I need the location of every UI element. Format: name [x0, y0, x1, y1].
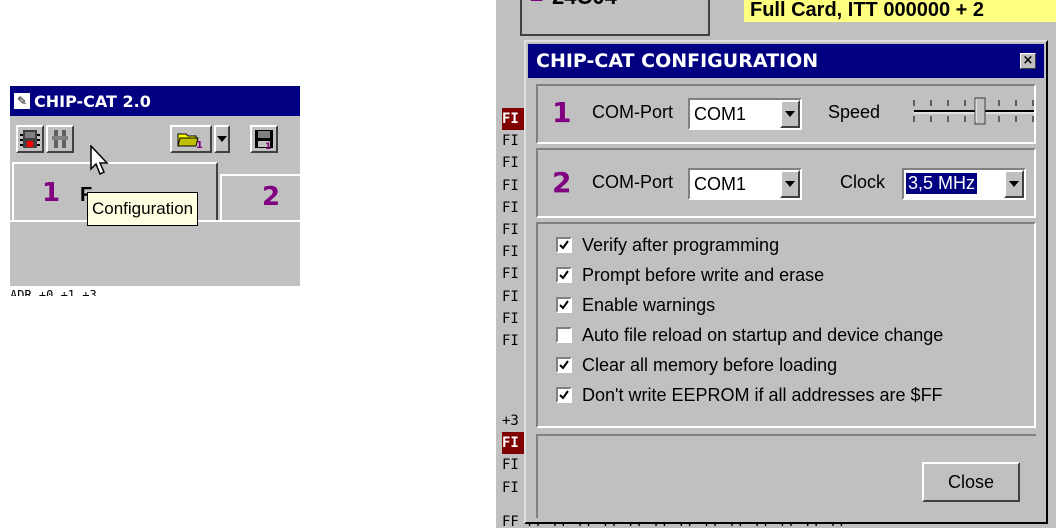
- tab-number: 1: [42, 178, 61, 208]
- com-port-label: COM-Port: [592, 172, 673, 192]
- com-port-value: COM1: [694, 104, 747, 124]
- open-file-button[interactable]: 1: [170, 125, 212, 153]
- checkbox[interactable]: [556, 237, 572, 253]
- hex-header: ADR +0 +1 +3: [10, 286, 300, 296]
- main-window-title: CHIP-CAT 2.0: [34, 91, 151, 111]
- option-label: Don't write EEPROM if all addresses are …: [582, 384, 943, 405]
- clock-select[interactable]: 3,5 MHz: [902, 168, 1026, 200]
- tab-number: 2: [530, 0, 543, 8]
- option-label: Clear all memory before loading: [582, 354, 838, 375]
- option-auto-reload[interactable]: Auto file reload on startup and device c…: [556, 320, 943, 350]
- floppy-disk-icon: 1: [255, 130, 273, 150]
- svg-text:1: 1: [265, 142, 271, 150]
- dropdown-button[interactable]: [780, 100, 800, 128]
- option-label: Enable warnings: [582, 294, 716, 315]
- configuration-tooltip: Configuration: [87, 192, 199, 226]
- com-port-label: COM-Port: [592, 102, 673, 122]
- com-port-select[interactable]: COM1: [688, 168, 802, 200]
- option-warnings[interactable]: Enable warnings: [556, 290, 715, 320]
- main-window: ✎ CHIP-CAT 2.0 1 1 1 2 ADR +0 +1 +3: [10, 86, 300, 296]
- com-port-select[interactable]: COM1: [688, 98, 802, 130]
- tab-device-2[interactable]: 2: [220, 174, 300, 220]
- speed-slider[interactable]: [912, 94, 1036, 128]
- open-file-dropdown[interactable]: [214, 125, 230, 153]
- main-title-bar: ✎ CHIP-CAT 2.0: [10, 86, 300, 116]
- option-verify[interactable]: Verify after programming: [556, 230, 779, 260]
- tab-area: 1 F 2 ADR +0 +1 +3: [10, 162, 300, 296]
- close-icon[interactable]: ×: [1020, 53, 1036, 69]
- option-skip-ff[interactable]: Don't write EEPROM if all addresses are …: [556, 380, 943, 410]
- chevron-down-icon: [785, 111, 795, 117]
- option-label: Prompt before write and erase: [582, 264, 825, 285]
- tab-number: 2: [262, 182, 281, 212]
- tab-device-2[interactable]: 2 24C04: [520, 0, 710, 36]
- checkbox[interactable]: [556, 357, 572, 373]
- program-chip-button[interactable]: [16, 125, 44, 153]
- clock-label: Clock: [840, 172, 886, 192]
- clock-value: 3,5 MHz: [904, 172, 979, 195]
- open-folder-icon: 1: [177, 133, 203, 150]
- chip-icon: [20, 130, 40, 148]
- configuration-dialog: CHIP-CAT CONFIGURATION × 1 COM-Port COM1…: [524, 40, 1048, 524]
- checkbox[interactable]: [556, 297, 572, 313]
- option-clear-memory[interactable]: Clear all memory before loading: [556, 350, 837, 380]
- com-port-value: COM1: [694, 174, 747, 194]
- programmer-2-group: 2 COM-Port COM1 Clock 3,5 MHz: [536, 148, 1036, 218]
- option-label: Auto file reload on startup and device c…: [582, 324, 944, 345]
- check-icon: [559, 360, 569, 370]
- section-number: 2: [552, 166, 572, 199]
- dropdown-button[interactable]: [780, 170, 800, 198]
- save-file-button[interactable]: 1: [250, 125, 278, 153]
- chevron-down-icon: [1009, 181, 1019, 187]
- tab-label: 24C04: [552, 0, 617, 10]
- slider-thumb[interactable]: [974, 97, 986, 125]
- checkbox[interactable]: [556, 387, 572, 403]
- mouse-cursor-icon: [90, 145, 109, 176]
- check-icon: [559, 300, 569, 310]
- toolbar: 1 1: [10, 116, 300, 162]
- option-label: Verify after programming: [582, 234, 780, 255]
- option-prompt[interactable]: Prompt before write and erase: [556, 260, 824, 290]
- dialog-title-bar: CHIP-CAT CONFIGURATION ×: [528, 44, 1044, 78]
- checkbox[interactable]: [556, 267, 572, 283]
- chevron-down-icon: [217, 136, 227, 142]
- tab-panel: ADR +0 +1 +3: [10, 220, 300, 296]
- dropdown-button[interactable]: [1004, 170, 1024, 198]
- svg-text:1: 1: [196, 140, 203, 150]
- programmer-1-group: 1 COM-Port COM1 Speed: [536, 84, 1036, 144]
- checkbox[interactable]: [556, 327, 572, 343]
- options-group: Verify after programming Prompt before w…: [536, 222, 1036, 428]
- check-icon: [559, 390, 569, 400]
- close-button[interactable]: Close: [922, 462, 1020, 502]
- check-icon: [559, 240, 569, 250]
- tools-icon: [52, 130, 68, 148]
- chevron-down-icon: [785, 181, 795, 187]
- dialog-title: CHIP-CAT CONFIGURATION: [536, 50, 819, 72]
- device-info-text: Full Card, ITT 000000 + 2: [744, 0, 1056, 22]
- app-icon: ✎: [14, 93, 30, 109]
- check-icon: [559, 270, 569, 280]
- section-number: 1: [552, 96, 572, 129]
- speed-label: Speed: [828, 102, 881, 122]
- configuration-button[interactable]: [46, 125, 74, 153]
